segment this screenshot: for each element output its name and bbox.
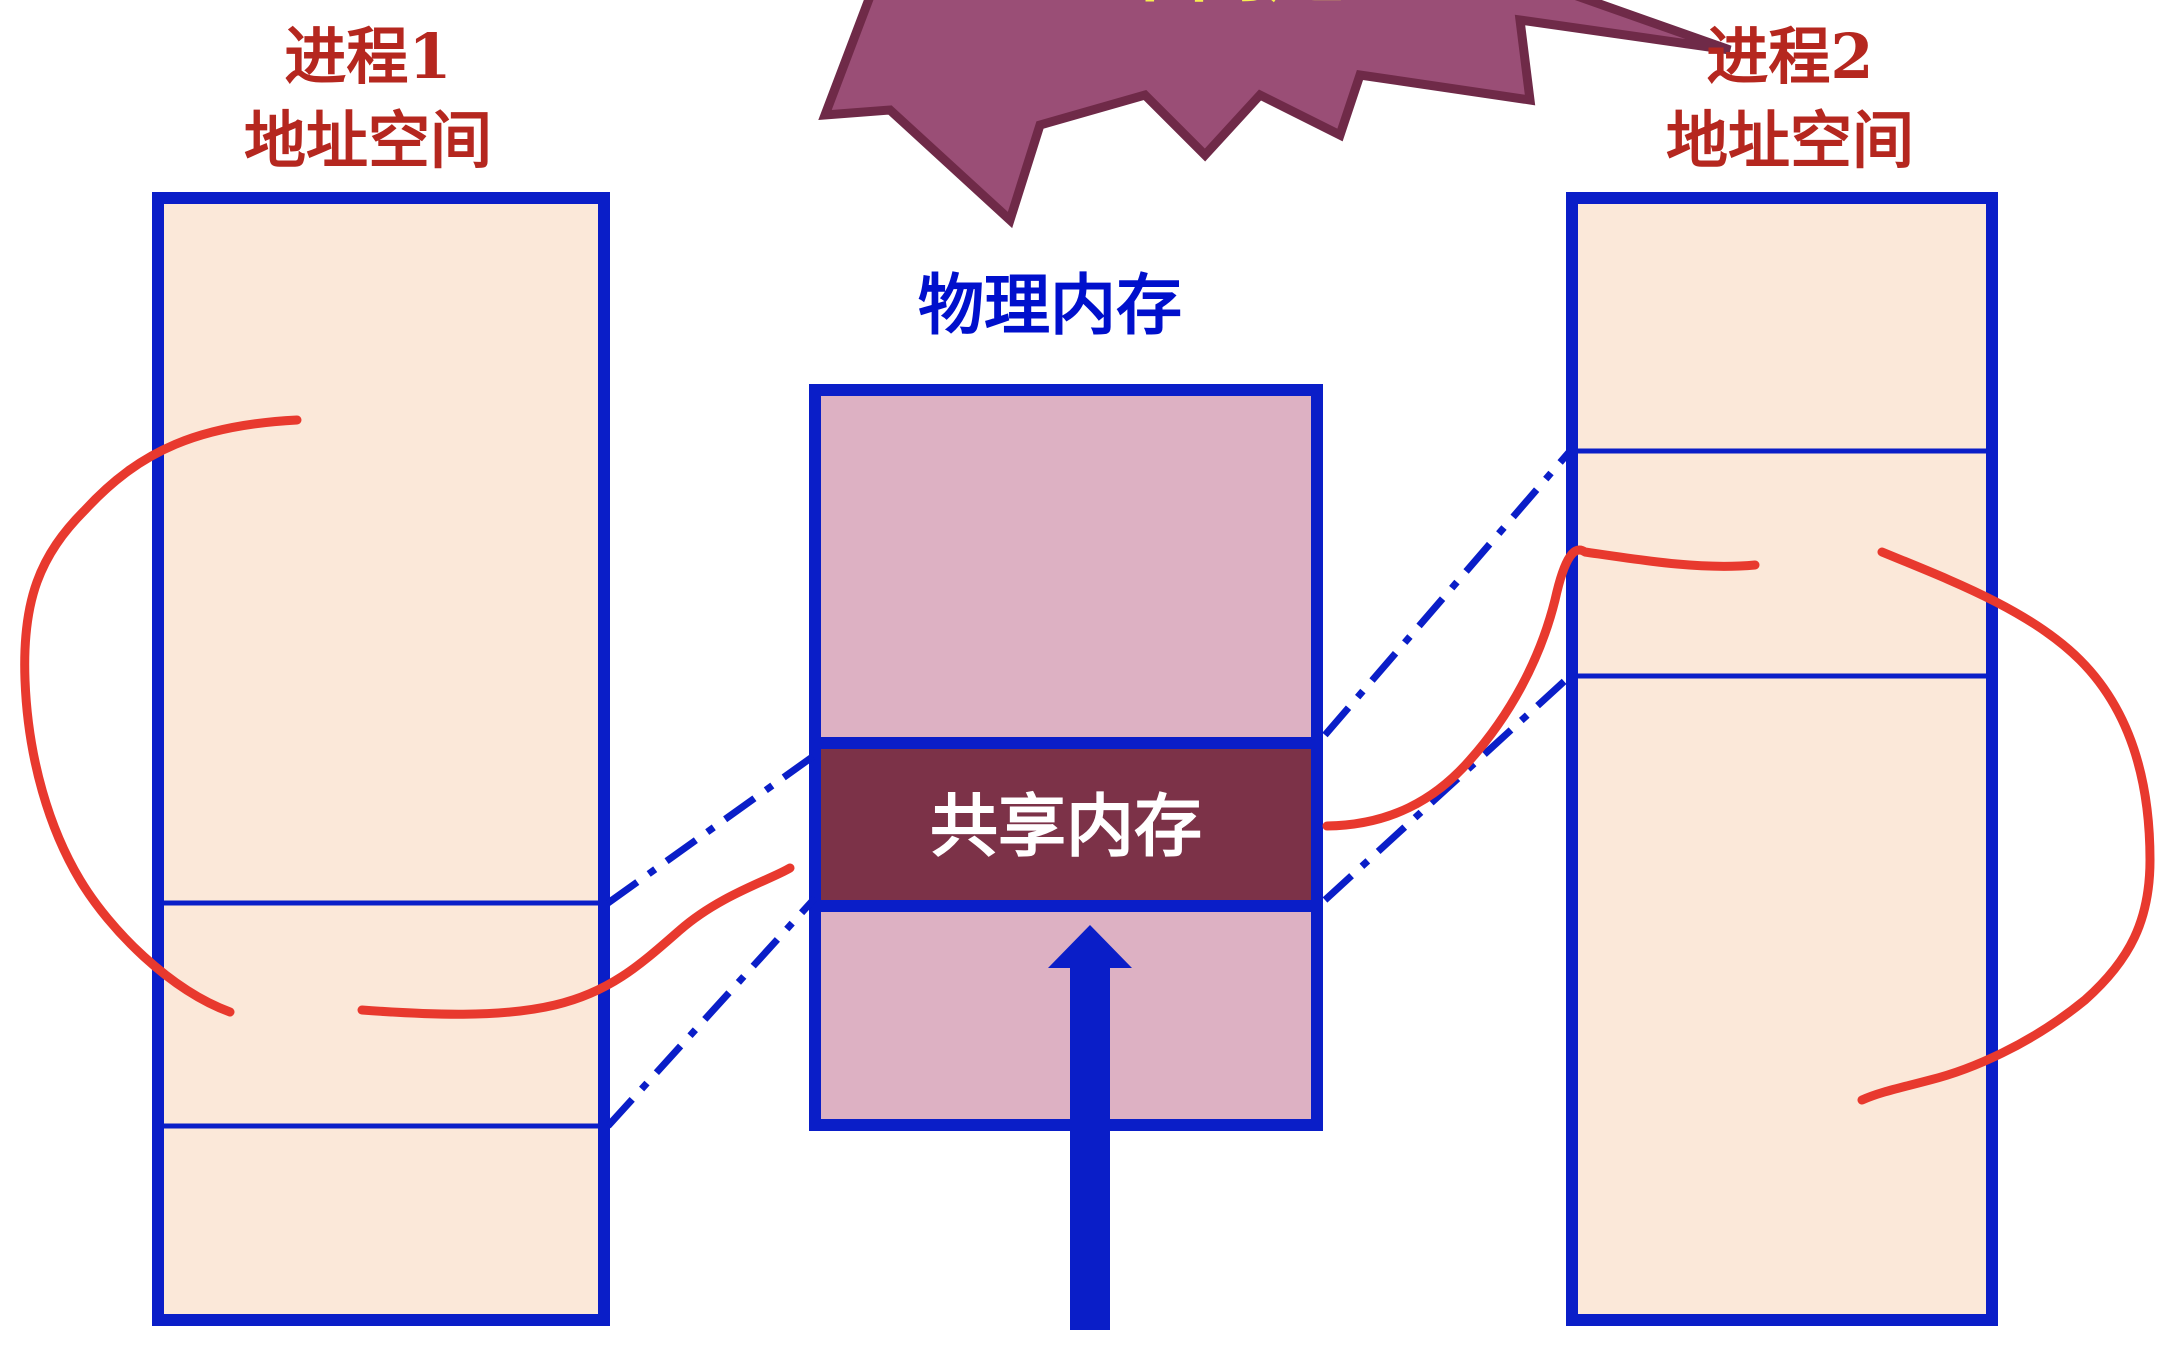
shared-memory-diagram: 个问题! 进程1 地址空间 进程2 地址空间 物理内存 共享内存 <box>20 0 2155 1330</box>
physical-memory-title: 物理内存 <box>918 266 1182 344</box>
arrow-shaft <box>1070 960 1110 1330</box>
mapping-line-p2-top <box>1322 448 1573 738</box>
mapping-line-p1-bottom <box>605 895 818 1129</box>
process2-title: 进程2 <box>1706 20 1873 93</box>
process1-address-space <box>152 192 610 1326</box>
shared-memory-label: 共享内存 <box>930 787 1202 867</box>
process1-title: 进程1 <box>284 20 451 93</box>
burst-text: 个问题! <box>1111 0 1379 13</box>
process2-address-space <box>1566 192 1998 1326</box>
process2-subtitle: 地址空间 <box>1666 104 1914 177</box>
process1-subtitle: 地址空间 <box>244 104 492 177</box>
exclamation-burst <box>818 0 1732 229</box>
mapping-line-p1-top <box>605 752 818 906</box>
